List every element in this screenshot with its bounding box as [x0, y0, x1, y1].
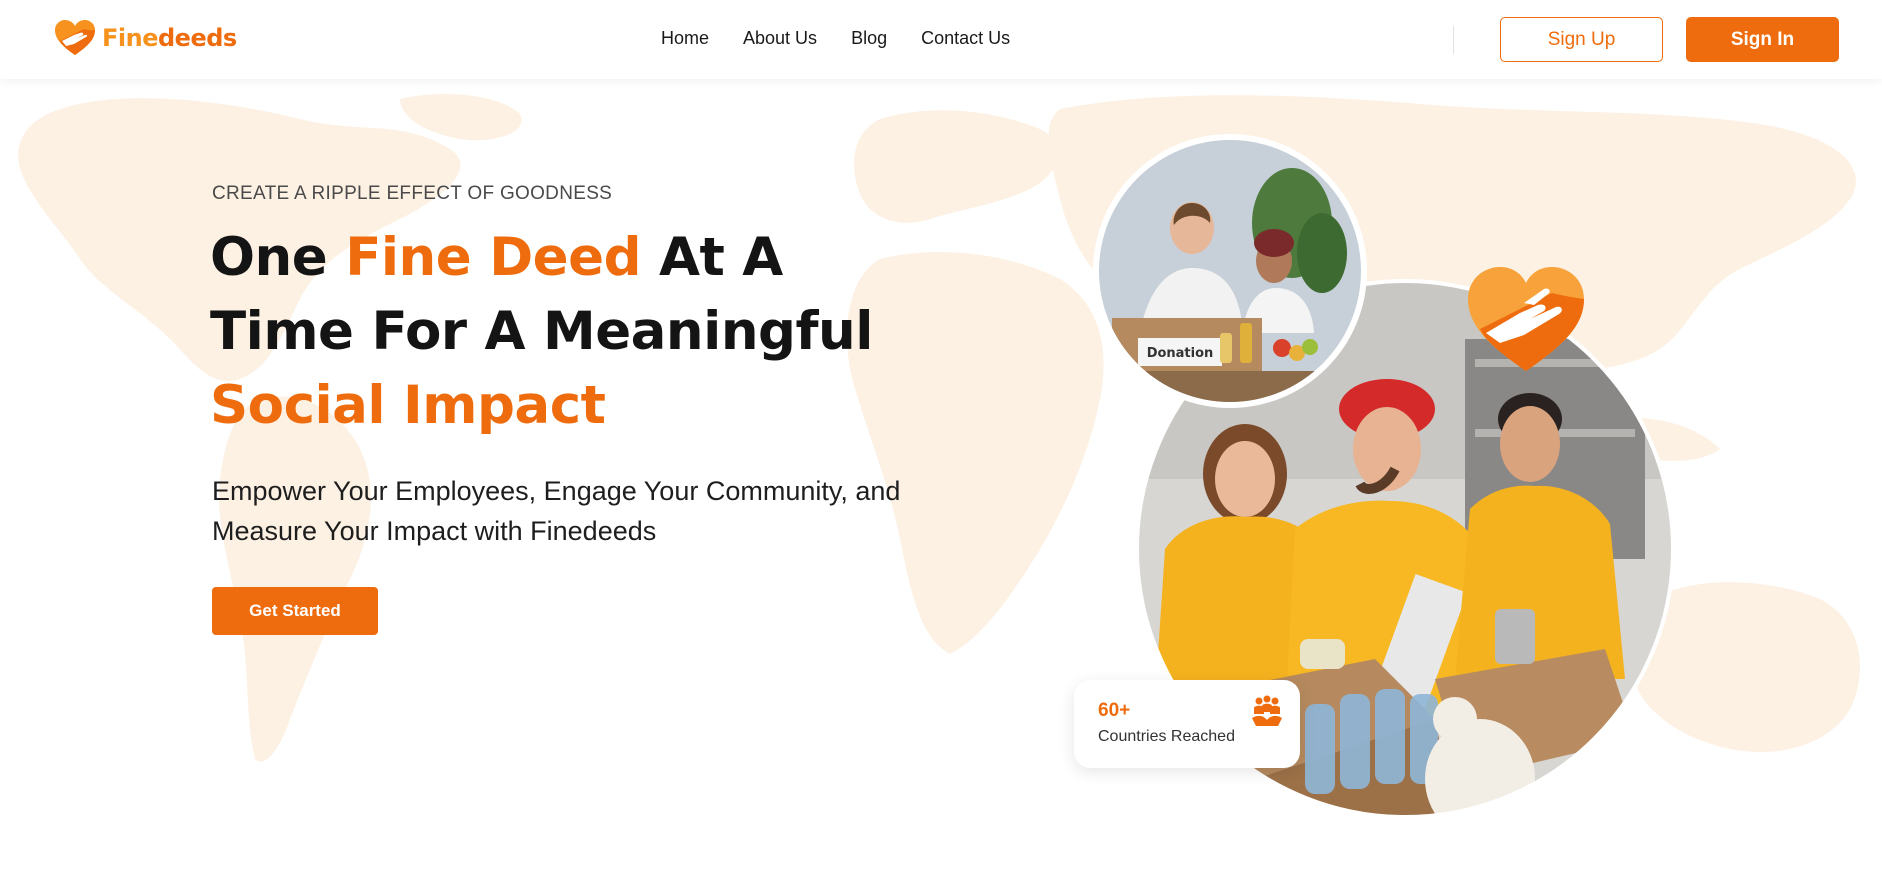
site-header: Finedeeds Home About Us Blog Contact Us … [0, 0, 1882, 79]
hero-eyebrow: CREATE A RIPPLE EFFECT OF GOODNESS [212, 183, 613, 204]
sign-up-button[interactable]: Sign Up [1500, 17, 1663, 62]
sign-in-button[interactable]: Sign In [1686, 17, 1839, 62]
brand-logo[interactable]: Finedeeds [54, 19, 237, 57]
nav-blog[interactable]: Blog [851, 28, 887, 49]
donation-box-label: Donation [1147, 346, 1214, 361]
stat-value: 60+ [1098, 700, 1131, 721]
hero-subtext: Empower Your Employees, Engage Your Comm… [212, 476, 901, 546]
hero-section: CREATE A RIPPLE EFFECT OF GOODNESS One F… [0, 79, 1882, 815]
brand-name: Finedeeds [102, 24, 237, 52]
nav-contact-us[interactable]: Contact Us [921, 28, 1010, 49]
headline-part1: One [210, 227, 346, 288]
people-hands-icon [1252, 695, 1282, 726]
main-nav: Home About Us Blog Contact Us [661, 28, 1010, 49]
donation-volunteers-photo: Donation [1093, 134, 1367, 408]
nav-home[interactable]: Home [661, 28, 709, 49]
headline-accent2: Social Impact [210, 375, 606, 436]
heart-hands-icon [1468, 267, 1584, 371]
get-started-button[interactable]: Get Started [212, 587, 378, 635]
nav-about-us[interactable]: About Us [743, 28, 817, 49]
hero-headline: One Fine Deed At A Time For A Meaningful… [210, 221, 910, 443]
stat-label: Countries Reached [1098, 728, 1235, 745]
brand-name-part1: Fine [102, 24, 158, 52]
brand-name-part2: deeds [157, 24, 237, 52]
countries-reached-card: 60+ Countries Reached [1074, 680, 1300, 768]
headline-accent1: Fine Deed [345, 227, 642, 288]
nav-divider [1453, 26, 1454, 54]
heart-hand-icon [55, 20, 95, 55]
